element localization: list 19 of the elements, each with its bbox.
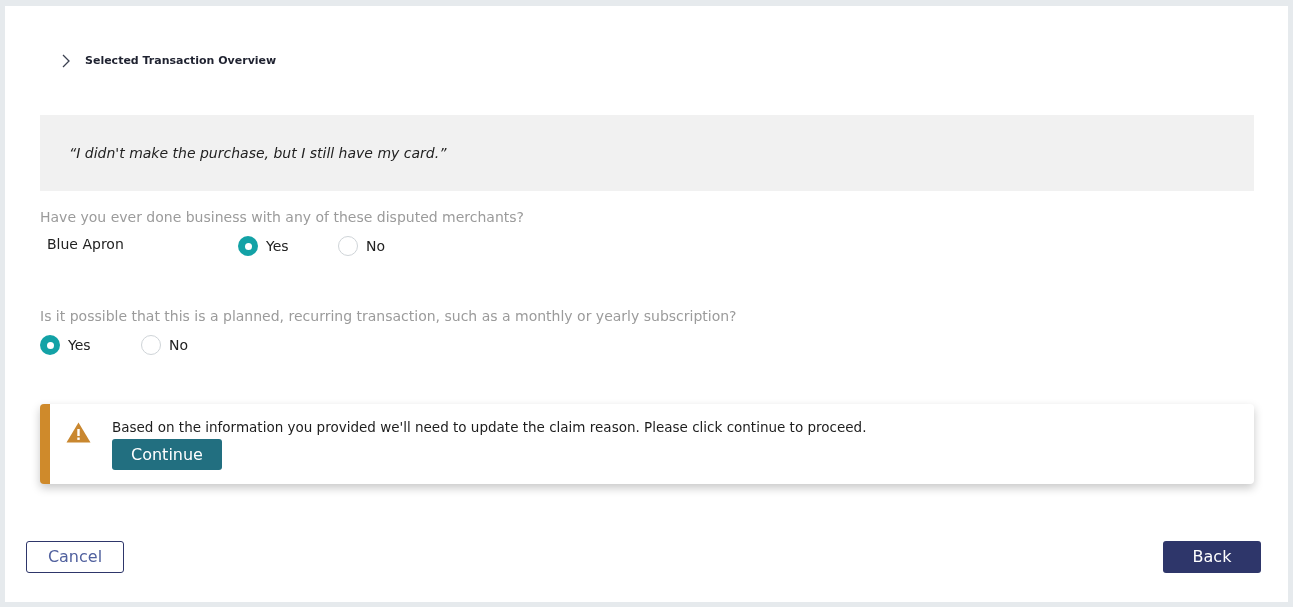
radio-icon[interactable] bbox=[238, 236, 258, 256]
radio-option[interactable]: Yes bbox=[238, 235, 338, 257]
alert-message: Based on the information you provided we'll need to update the claim reason. Please click continue to proceed. bbox=[112, 418, 867, 437]
warning-icon bbox=[66, 422, 91, 443]
secondary-button[interactable]: Cancel bbox=[26, 541, 124, 573]
merchant-name: Blue Apron bbox=[46, 235, 125, 254]
continue-button[interactable]: Continue bbox=[112, 439, 222, 470]
radio-icon[interactable] bbox=[40, 335, 60, 355]
primary-button[interactable]: Back bbox=[1163, 541, 1261, 573]
question-text: Is it possible that this is a planned, recurring transaction, such as a monthly or yearly subscription? bbox=[40, 307, 738, 326]
radio-option[interactable]: No bbox=[141, 334, 189, 356]
quote-text: “I didn't make the purchase, but I still have my card.” bbox=[69, 143, 447, 163]
chevron-icon bbox=[62, 54, 70, 68]
section-toggle[interactable]: Selected Transaction Overview bbox=[62, 51, 277, 71]
radio-icon[interactable] bbox=[338, 236, 358, 256]
radio-icon[interactable] bbox=[141, 335, 161, 355]
question-text: Have you ever done business with any of these disputed merchants? bbox=[40, 208, 526, 227]
radio-option[interactable]: No bbox=[338, 235, 386, 257]
radio-option[interactable]: Yes bbox=[40, 334, 141, 356]
